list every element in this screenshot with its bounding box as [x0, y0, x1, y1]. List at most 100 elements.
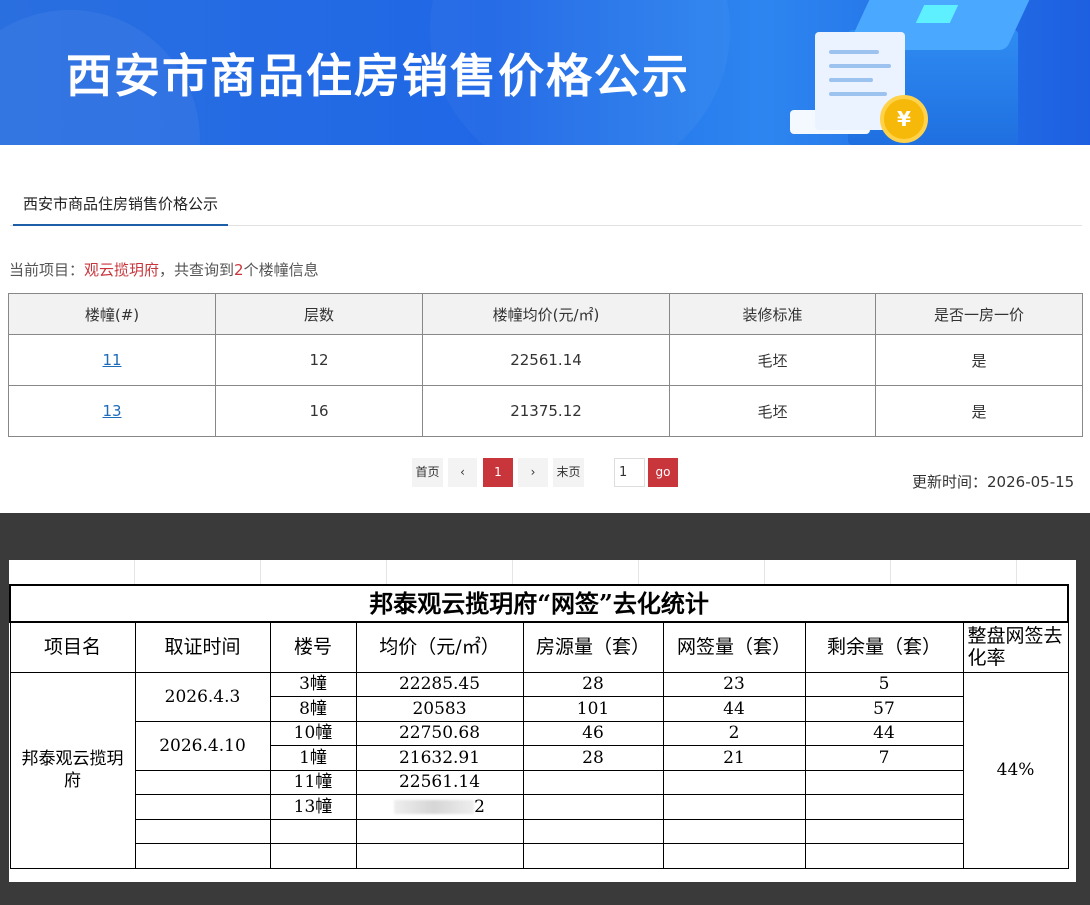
sheet-row: 11幢 22561.14 [10, 769, 1068, 795]
sheet-header: 项目名 [9, 621, 136, 673]
sheet-cert-date: 2026.4.3 [134, 671, 271, 722]
cell-one-price: 是 [875, 385, 1083, 437]
sheet-supply: 101 [522, 696, 664, 722]
empty-cell [662, 818, 806, 844]
pager-next-button[interactable]: › [518, 458, 548, 487]
sheet-gridlines [9, 560, 1076, 584]
cell-building: 13 [8, 385, 216, 437]
sheet-price: 22750.68 [355, 720, 524, 746]
cell-avg-price: 21375.12 [422, 385, 670, 437]
sheet-price: 22561.14 [355, 769, 524, 795]
empty-cell [804, 818, 964, 844]
sheet-signed [662, 794, 806, 820]
empty-cell [522, 843, 664, 869]
sheet-sell-through-rate: 44% [962, 671, 1069, 869]
sheet-building: 3幢 [269, 671, 357, 697]
spreadsheet-image: 邦泰观云揽玥府“网签”去化统计 项目名 取证时间 楼号 均价（元/㎡） 房源量（… [8, 560, 1076, 882]
project-name: 观云揽玥府 [84, 261, 160, 279]
empty-cell [134, 818, 271, 844]
pager-first-button[interactable]: 首页 [412, 458, 443, 487]
col-header-building: 楼幢(#) [8, 293, 216, 335]
sheet-cert-date-empty [134, 794, 271, 820]
pager-last-button[interactable]: 末页 [553, 458, 584, 487]
summary-suffix: 个楼幢信息 [243, 261, 319, 279]
cell-floors: 16 [215, 385, 423, 437]
sheet-header: 房源量（套） [522, 621, 664, 673]
col-header-floors: 层数 [215, 293, 423, 335]
sheet-remaining: 5 [804, 671, 964, 697]
sheet-cert-date-empty [134, 769, 271, 795]
sheet-remaining [804, 794, 964, 820]
sheet-row-empty [10, 818, 1068, 844]
sheet-row: 2026.4.10 10幢 22750.68 46 2 44 [10, 720, 1068, 771]
sheet-building: 11幢 [269, 769, 357, 795]
sheet-supply: 46 [522, 720, 664, 746]
blurred-value [394, 800, 475, 815]
sheet-remaining: 44 [804, 720, 964, 746]
doc-line [829, 92, 887, 96]
table-row: 11 12 22561.14 毛坯 是 [8, 334, 1083, 386]
doc-line [829, 50, 879, 54]
tab-bar: 西安市商品住房销售价格公示 [10, 183, 1082, 226]
sheet-price: 2 [474, 796, 485, 817]
sheet-price: 20583 [355, 696, 524, 722]
sheet-header: 取证时间 [134, 621, 271, 673]
empty-cell [355, 818, 524, 844]
sheet-header: 均价（元/㎡） [355, 621, 524, 673]
update-time: 更新时间：2026-05-15 [912, 471, 1074, 492]
summary-middle: ，共查询到 [159, 261, 235, 279]
building-link[interactable]: 11 [102, 351, 121, 369]
cell-decoration: 毛坯 [669, 385, 876, 437]
update-time-value: 2026-05-15 [987, 473, 1075, 491]
empty-cell [134, 843, 271, 869]
doc-line [829, 78, 873, 82]
building-price-table: 楼幢(#) 层数 楼幢均价(元/㎡) 装修标准 是否一房一价 11 12 225… [8, 293, 1083, 437]
building-link[interactable]: 13 [102, 402, 121, 420]
empty-cell [662, 843, 806, 869]
cell-one-price: 是 [875, 334, 1083, 386]
sheet-supply [522, 794, 664, 820]
sheet-price: 21632.91 [355, 745, 524, 771]
sheet-row: 13幢 2 [10, 794, 1068, 820]
sheet-building: 13幢 [269, 794, 357, 820]
net-sign-stats-table: 邦泰观云揽玥府“网签”去化统计 项目名 取证时间 楼号 均价（元/㎡） 房源量（… [8, 584, 1070, 869]
col-header-decoration: 装修标准 [669, 293, 876, 335]
sheet-remaining: 7 [804, 745, 964, 771]
pager-prev-button[interactable]: ‹ [448, 458, 477, 487]
col-header-one-price: 是否一房一价 [875, 293, 1083, 335]
sheet-header: 整盘网签去化率 [962, 621, 1069, 673]
sheet-remaining: 57 [804, 696, 964, 722]
table-header-row: 楼幢(#) 层数 楼幢均价(元/㎡) 装修标准 是否一房一价 [8, 293, 1083, 335]
sheet-signed: 44 [662, 696, 806, 722]
sheet-signed: 21 [662, 745, 806, 771]
update-time-label: 更新时间： [912, 473, 988, 491]
empty-cell [355, 843, 524, 869]
pager-current-page[interactable]: 1 [483, 458, 513, 487]
empty-cell [269, 818, 357, 844]
table-row: 13 16 21375.12 毛坯 是 [8, 385, 1083, 437]
sheet-row: 邦泰观云揽玥府 2026.4.3 3幢 22285.45 28 23 5 44% [9, 671, 1069, 869]
col-header-avg-price: 楼幢均价(元/㎡) [422, 293, 670, 335]
cell-building: 11 [8, 334, 216, 386]
sheet-signed: 23 [662, 671, 806, 697]
empty-cell [269, 843, 357, 869]
tab-price-publicity[interactable]: 西安市商品住房销售价格公示 [13, 183, 229, 226]
empty-cell [522, 818, 664, 844]
sheet-building: 10幢 [269, 720, 357, 746]
cell-decoration: 毛坯 [669, 334, 876, 386]
sheet-cert-date: 2026.4.10 [134, 720, 271, 771]
sheet-remaining [804, 769, 964, 795]
page-number-input[interactable]: 1 [614, 458, 645, 487]
sheet-header: 网签量（套） [662, 621, 806, 673]
sheet-table-wrapper: 邦泰观云揽玥府“网签”去化统计 项目名 取证时间 楼号 均价（元/㎡） 房源量（… [8, 584, 1075, 869]
sheet-signed: 2 [662, 720, 806, 746]
sheet-building: 8幢 [269, 696, 357, 722]
cell-avg-price: 22561.14 [422, 334, 670, 386]
doc-line [829, 64, 891, 68]
yuan-coin-icon: ¥ [880, 95, 928, 143]
pager-go-button[interactable]: go [648, 458, 678, 487]
sheet-project-name: 邦泰观云揽玥府 [9, 671, 136, 869]
sheet-header: 楼号 [269, 621, 357, 673]
sheet-signed [662, 769, 806, 795]
sheet-row-empty [10, 843, 1068, 869]
